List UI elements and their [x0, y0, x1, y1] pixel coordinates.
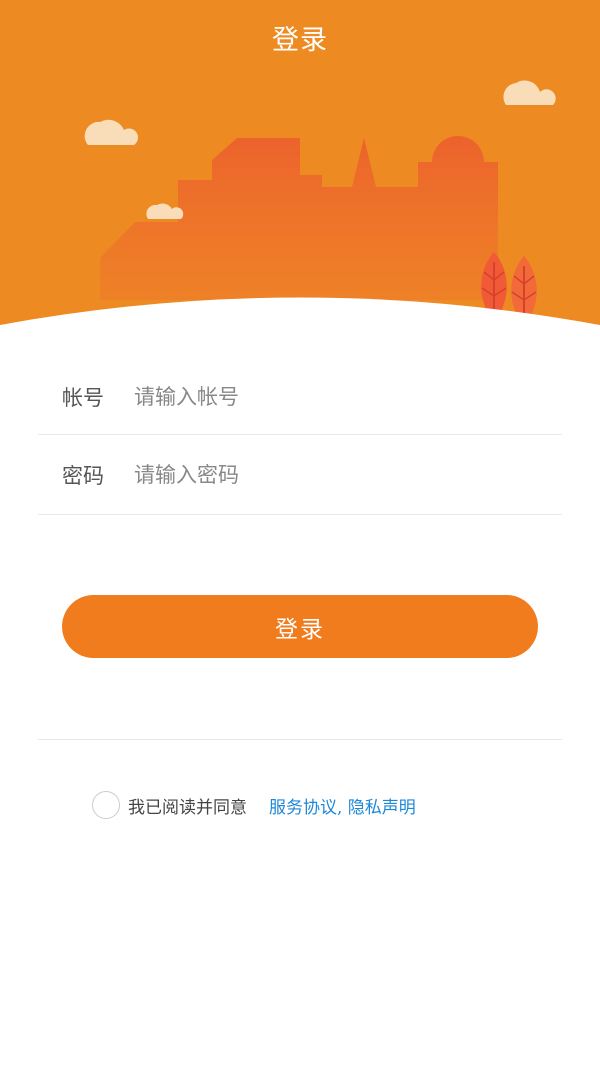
account-label: 帐号	[62, 386, 104, 410]
divider	[38, 739, 562, 740]
account-input[interactable]	[134, 385, 514, 409]
password-row: 密码	[38, 435, 562, 515]
page-title: 登录	[272, 25, 328, 56]
password-label: 密码	[62, 463, 104, 488]
account-row: 帐号	[38, 360, 562, 435]
login-button[interactable]: 登录	[62, 595, 538, 658]
header-banner: 登录	[0, 0, 600, 330]
agreement-link[interactable]: 服务协议, 隐私声明	[269, 793, 416, 818]
agree-checkbox[interactable]	[92, 791, 120, 819]
agree-text: 我已阅读并同意	[128, 797, 247, 818]
agreement-row: 我已阅读并同意 服务协议, 隐私声明	[92, 789, 416, 821]
login-form: 帐号 密码	[38, 360, 562, 515]
password-input[interactable]	[134, 462, 514, 487]
